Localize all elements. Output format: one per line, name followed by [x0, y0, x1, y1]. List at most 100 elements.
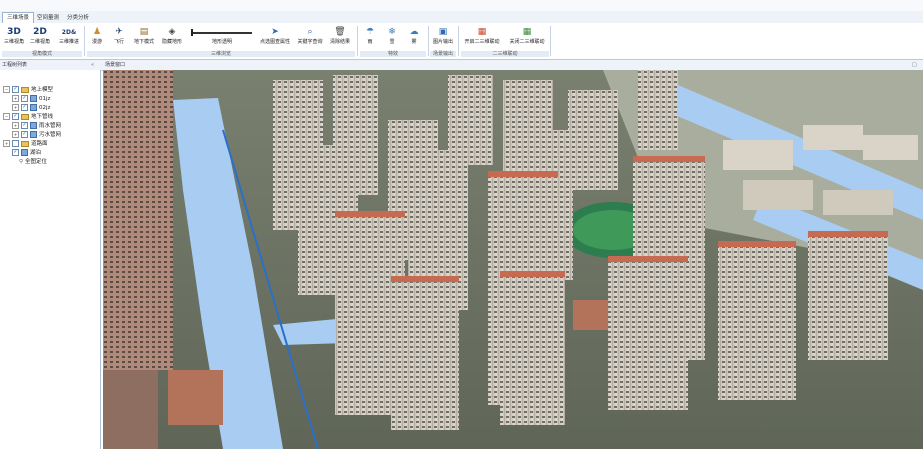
3d-view-label: 三维视角: [3, 39, 24, 45]
project-tree-panel: − ✓ 地上模型 + ✓ 01jz + ✓ 02jz − ✓ 地下管线 + ✓ 雨水管网 + ✓ 污水管…: [0, 70, 101, 449]
browse-group-title: 三维浏览: [87, 51, 355, 57]
building-roof: [808, 231, 888, 237]
checkbox-icon[interactable]: ✓: [21, 122, 28, 129]
checkbox-icon[interactable]: ✓: [12, 86, 19, 93]
location-pin-icon: ⚲: [19, 159, 24, 165]
3d-push-button[interactable]: 2D& 三维推进: [56, 26, 82, 48]
2d-3d-icon: 2D&: [61, 29, 77, 36]
building-low: [743, 180, 813, 210]
tree-item-sewage-pipes[interactable]: + ✓ 污水管网: [12, 131, 61, 140]
2d-view-button[interactable]: 2D 二维视角: [28, 26, 52, 48]
link-group: ▦ 开启二三维联动 ▦ 关闭二三维联动 二三维联动: [461, 25, 549, 58]
collapse-icon[interactable]: −: [3, 113, 10, 120]
tab-spatial-measure[interactable]: 空间量测: [32, 12, 64, 23]
layer-icon: [30, 95, 37, 102]
tab-classification-analysis[interactable]: 分类分析: [62, 12, 94, 23]
tree-item-above-ground[interactable]: − ✓ 地上模型: [3, 86, 53, 95]
fly-label: 飞行: [113, 39, 124, 45]
building-low: [103, 370, 158, 449]
walker-icon: ♟: [92, 27, 102, 37]
clear-results-button[interactable]: 🗑 清除结果: [327, 26, 353, 48]
2d-icon: 2D: [33, 27, 47, 37]
disable-link-label: 关闭二三维联动: [509, 39, 545, 45]
enable-link-button[interactable]: ▦ 开启二三维联动: [461, 26, 503, 48]
layer-icon: [30, 104, 37, 111]
keyword-search-button[interactable]: ⌕ 关键字查询: [295, 26, 325, 48]
disable-link-button[interactable]: ▦ 关闭二三维联动: [505, 26, 549, 48]
snow-button[interactable]: ❄ 雪: [382, 26, 402, 48]
building-roof: [391, 276, 459, 282]
checkbox-icon[interactable]: [12, 140, 19, 147]
image-output-label: 图片输出: [432, 39, 453, 45]
trash-icon: 🗑: [334, 27, 346, 37]
building-tower: [808, 235, 888, 360]
roam-button[interactable]: ♟ 漫游: [87, 26, 107, 48]
3d-view-button[interactable]: 3D 三维视角: [2, 26, 26, 48]
3d-scene-viewport[interactable]: [103, 70, 923, 449]
tree-item-label: 02jz: [39, 105, 51, 111]
tab-3d-scene[interactable]: 三维场景: [2, 12, 35, 23]
tree-item-full-extent[interactable]: ⚲ 全图定位: [19, 158, 47, 167]
fog-cloud-icon: ☁: [409, 27, 419, 37]
tree-item-label: 污水管网: [39, 132, 62, 138]
snow-label: 雪: [389, 39, 395, 45]
hide-terrain-button[interactable]: ◈ 隐藏地形: [159, 26, 185, 48]
expand-icon[interactable]: +: [12, 131, 19, 138]
browse-group: ♟ 漫游 ✈ 飞行 ▤ 地下模式 ◈ 隐藏地形 地形透明 ➤ 点选图查属性 ⌕: [87, 25, 355, 58]
ribbon-separator: [357, 26, 358, 56]
tree-item-lake[interactable]: ✓ 湖泊: [12, 149, 41, 158]
building-tower: [568, 90, 618, 190]
scene-window-title: 场景窗口: [105, 62, 126, 68]
folder-icon: [21, 140, 29, 147]
picture-icon: ▣: [438, 27, 448, 37]
slider-track[interactable]: [189, 26, 255, 39]
expand-icon[interactable]: +: [12, 122, 19, 129]
building-roof: [335, 211, 405, 217]
search-icon: ⌕: [307, 27, 313, 37]
ribbon-separator: [428, 26, 429, 56]
tree-item-label: 道路面: [31, 141, 48, 147]
window-close-icon[interactable]: □: [912, 61, 917, 69]
building-tower: [391, 280, 459, 430]
collapse-icon[interactable]: −: [3, 86, 10, 93]
tree-item-road-surface[interactable]: + 道路面: [3, 140, 48, 149]
tree-item-label: 地上模型: [31, 87, 54, 93]
keyword-search-label: 关键字查询: [297, 39, 323, 45]
expand-icon[interactable]: +: [12, 104, 19, 111]
underground-icon: ▤: [139, 27, 149, 37]
city-scene-render[interactable]: [103, 70, 923, 449]
terrain-transparency-slider[interactable]: 地形透明: [189, 26, 255, 48]
tree-item-underground-pipes[interactable]: − ✓ 地下管线: [3, 113, 53, 122]
collapse-panel-icon[interactable]: «: [91, 61, 94, 69]
checkbox-icon[interactable]: ✓: [21, 104, 28, 111]
expand-icon[interactable]: +: [12, 95, 19, 102]
underground-mode-label: 地下模式: [133, 39, 154, 45]
clear-results-label: 清除结果: [329, 39, 350, 45]
building-tower: [103, 70, 173, 370]
image-output-button[interactable]: ▣ 图片输出: [430, 26, 456, 48]
building-tower: [718, 245, 796, 400]
building-roof: [633, 156, 705, 162]
layer-icon: [30, 122, 37, 129]
pick-attribute-button[interactable]: ➤ 点选图查属性: [259, 26, 291, 48]
tree-item-02jz[interactable]: + ✓ 02jz: [12, 104, 50, 113]
rain-cloud-icon: ☂: [365, 27, 375, 37]
building-low: [723, 140, 793, 170]
tree-item-01jz[interactable]: + ✓ 01jz: [12, 95, 50, 104]
tree-item-rain-pipes[interactable]: + ✓ 雨水管网: [12, 122, 61, 131]
expand-icon[interactable]: +: [3, 140, 10, 147]
checkbox-icon[interactable]: ✓: [21, 95, 28, 102]
checkbox-icon[interactable]: ✓: [21, 131, 28, 138]
underground-mode-button[interactable]: ▤ 地下模式: [131, 26, 157, 48]
snow-cloud-icon: ❄: [388, 27, 396, 37]
ribbon-separator: [84, 26, 85, 56]
rain-button[interactable]: ☂ 雨: [360, 26, 380, 48]
ribbon-separator: [458, 26, 459, 56]
fog-button[interactable]: ☁ 雾: [404, 26, 424, 48]
checkbox-icon[interactable]: ✓: [12, 149, 19, 156]
roam-label: 漫游: [91, 39, 102, 45]
weather-group: ☂ 雨 ❄ 雪 ☁ 雾 特效: [360, 25, 426, 58]
building-roof: [500, 271, 565, 277]
checkbox-icon[interactable]: ✓: [12, 113, 19, 120]
fly-button[interactable]: ✈ 飞行: [109, 26, 129, 48]
